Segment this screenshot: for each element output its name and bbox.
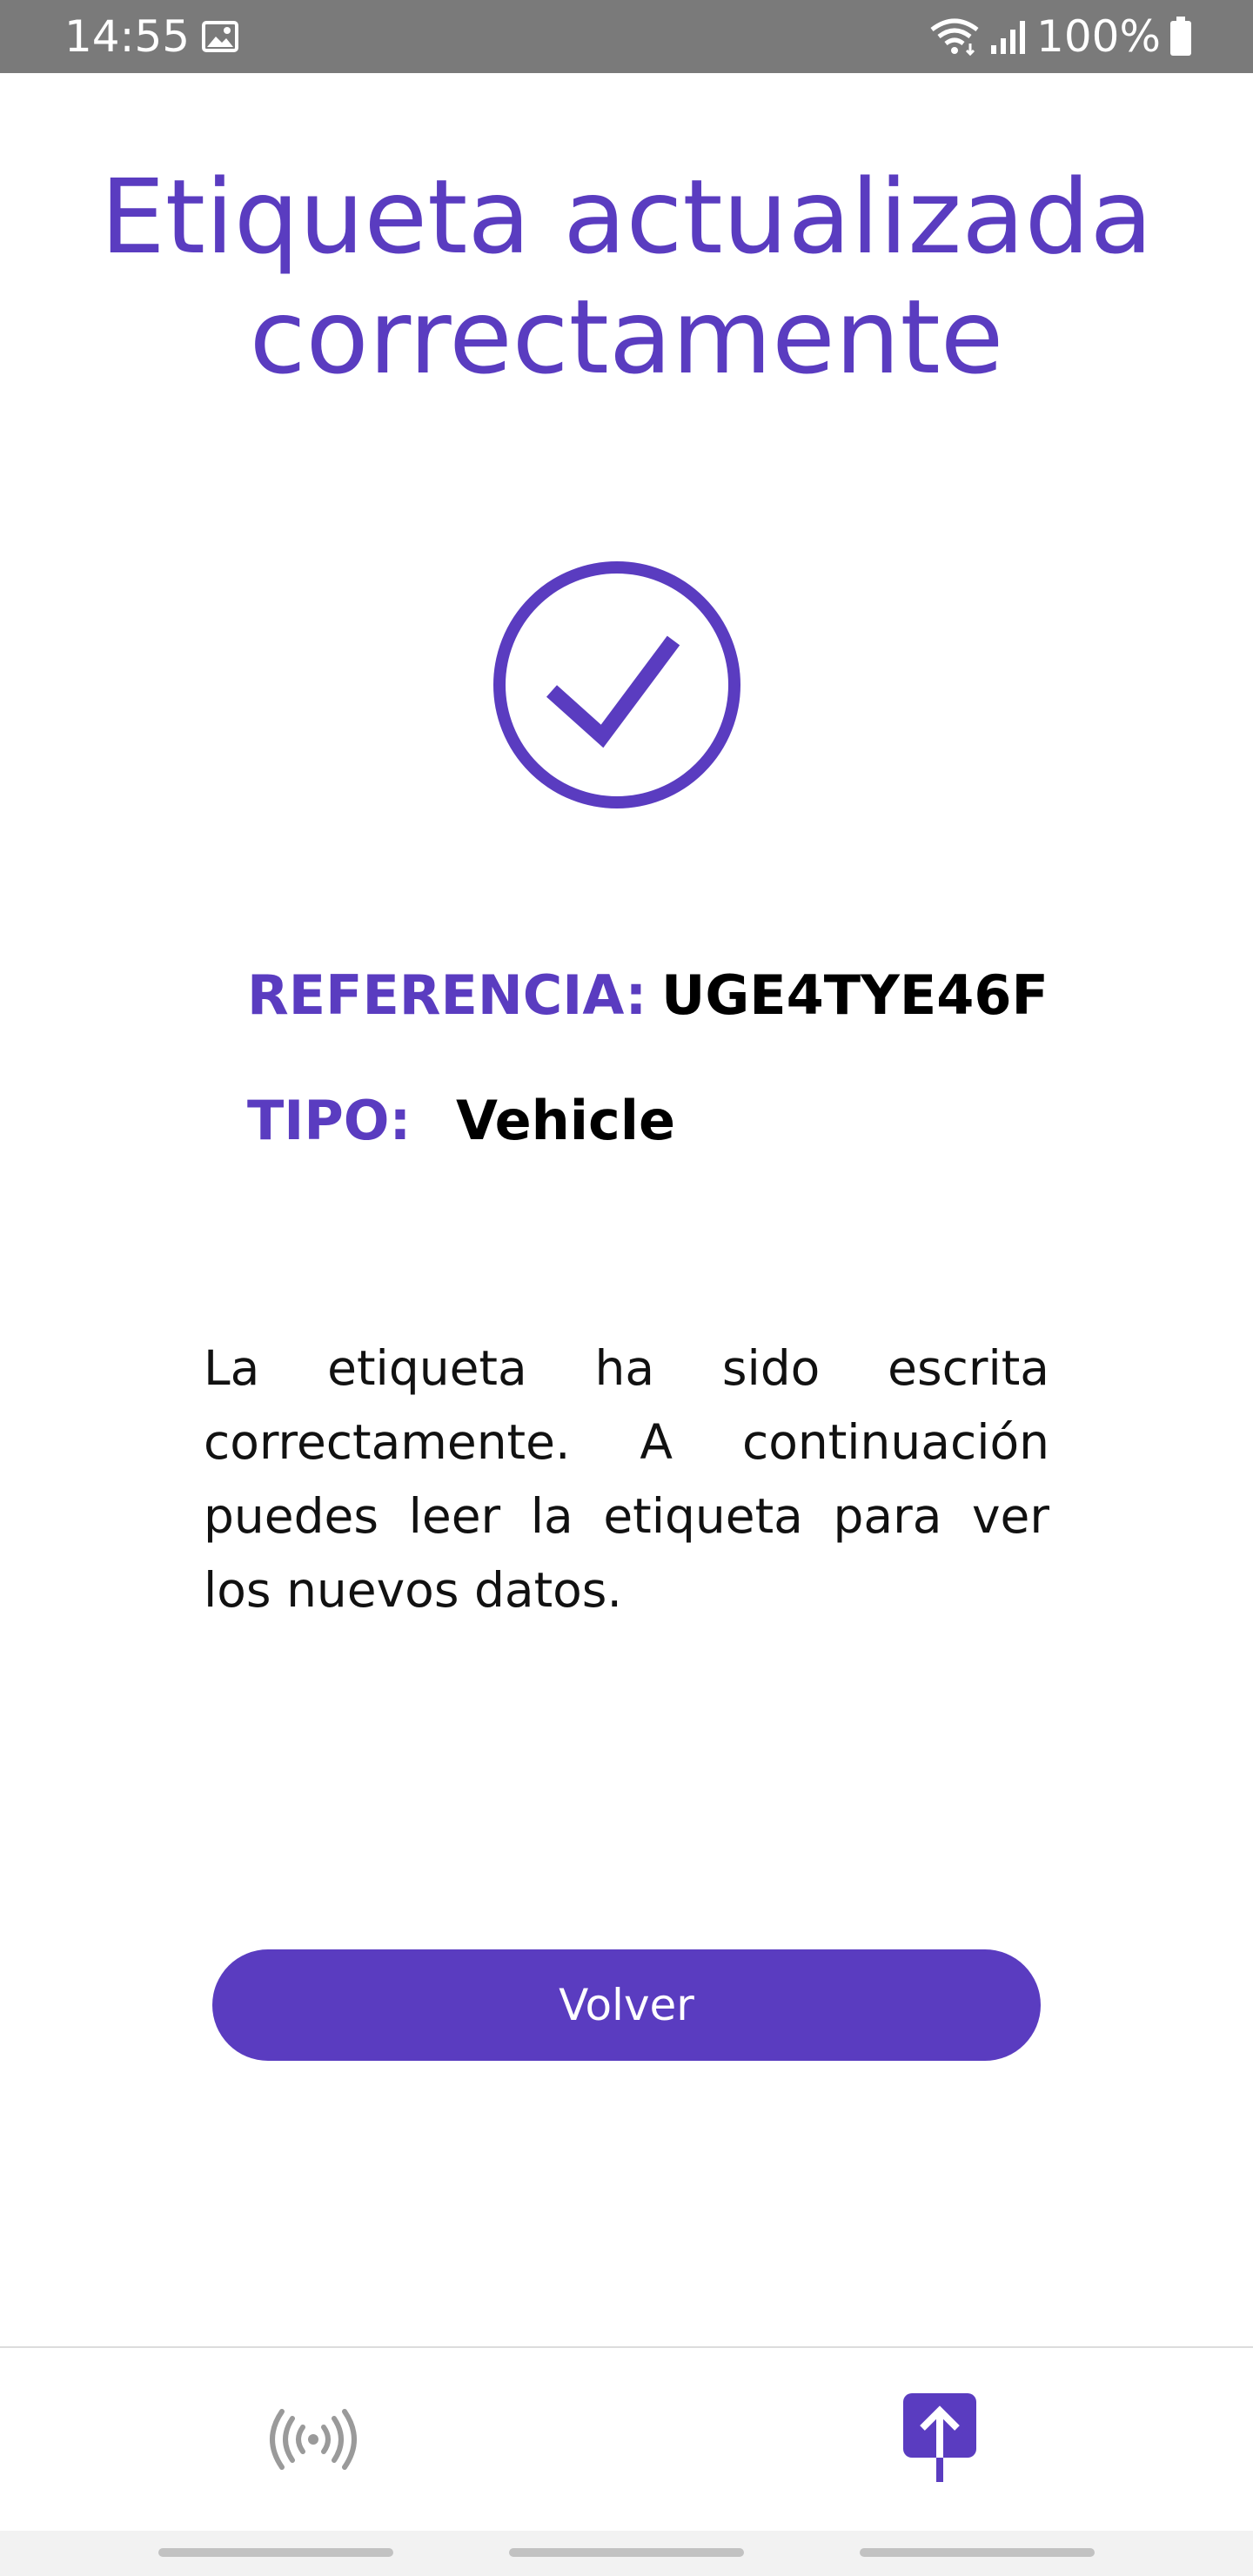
reference-label: REFERENCIA: (247, 963, 647, 1027)
nav-item-write[interactable] (626, 2348, 1253, 2531)
system-gesture-bar (0, 2531, 1253, 2576)
page-title-line-1: Etiqueta actualizada (100, 157, 1153, 277)
page-title-line-2: correctamente (249, 277, 1004, 397)
nfc-read-icon (270, 2409, 357, 2470)
check-circle-icon (493, 561, 740, 808)
battery-percent: 100% (1036, 11, 1161, 62)
image-icon (202, 21, 238, 52)
type-value: Vehicle (456, 1089, 676, 1152)
gesture-pill-center[interactable] (509, 2548, 744, 2557)
bottom-navigation (0, 2346, 1253, 2532)
page-title: Etiqueta actualizada correctamente (0, 157, 1253, 397)
reference-value: UGE4TYE46F (661, 963, 1049, 1027)
description-text: La etiqueta ha sido escrita correctament… (204, 1340, 1049, 1618)
battery-icon (1170, 17, 1191, 56)
upload-write-icon (903, 2393, 976, 2482)
nav-item-read[interactable] (0, 2348, 626, 2531)
type-label: TIPO: (247, 1089, 412, 1152)
wifi-icon (930, 18, 979, 56)
signal-icon (991, 21, 1026, 54)
status-indicators: 100% (928, 9, 1192, 64)
status-time: 14:55 (64, 11, 191, 62)
status-bar: 14:55 100% (0, 0, 1253, 73)
back-button[interactable]: Volver (212, 1949, 1041, 2061)
gesture-pill-left[interactable] (158, 2548, 393, 2557)
gesture-pill-right[interactable] (860, 2548, 1095, 2557)
